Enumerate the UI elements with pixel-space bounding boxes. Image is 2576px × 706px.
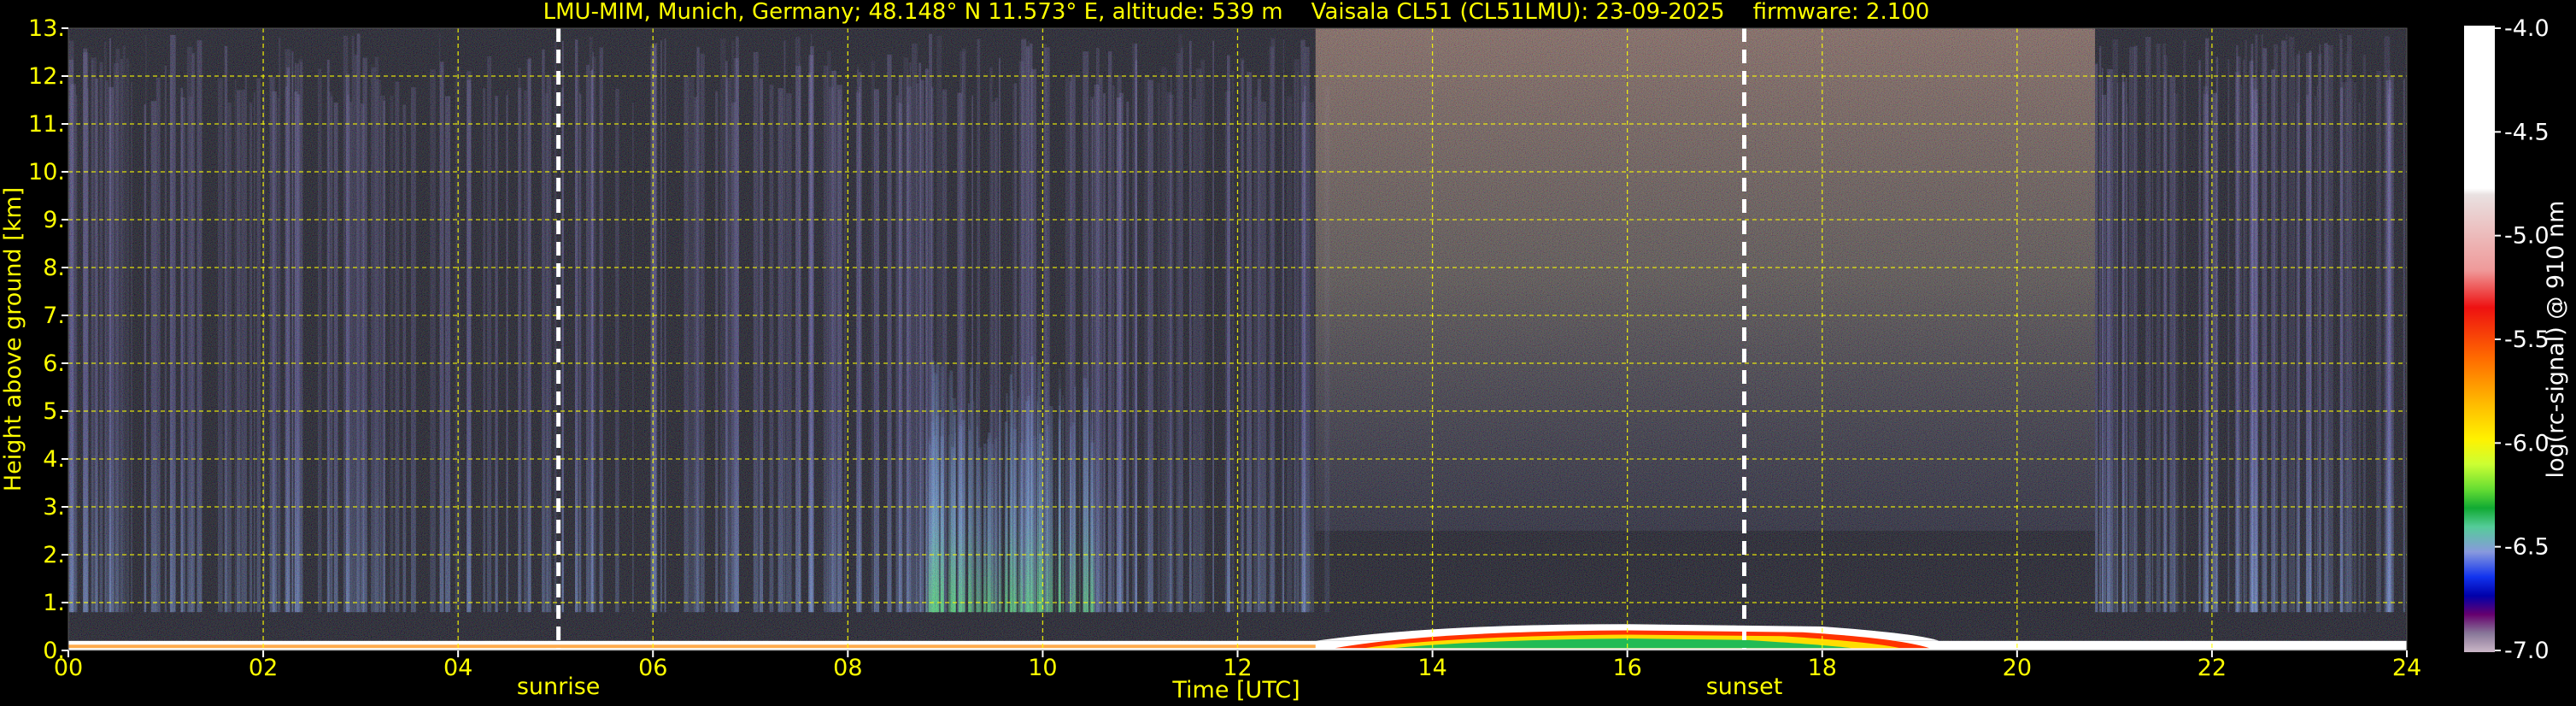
x-tick-label: 06: [638, 655, 667, 681]
chart-title: LMU-MIM, Munich, Germany; 48.148° N 11.5…: [543, 0, 1930, 25]
colorbar-scale: [2464, 26, 2495, 652]
y-tick-label: 3.: [43, 494, 65, 521]
y-axis-label: Height above ground [km]: [0, 187, 26, 491]
colorbar-tick-label: -6.5: [2504, 534, 2550, 561]
x-tick-label: 10: [1028, 655, 1057, 681]
y-tick-label: 13.: [28, 15, 65, 42]
x-tick-label: 08: [833, 655, 862, 681]
x-tick-label: 14: [1417, 655, 1446, 681]
x-tick-label: 22: [2198, 655, 2227, 681]
y-tick-label: 1.: [43, 590, 65, 616]
y-tick-label: 7.: [43, 303, 65, 329]
y-tick-label: 12.: [28, 63, 65, 90]
y-tick-label: 10.: [28, 159, 65, 185]
y-tick-label: 0.: [43, 638, 65, 664]
x-tick-label: 20: [2003, 655, 2032, 681]
y-tick-label: 11.: [28, 111, 65, 138]
sunset-label: sunset: [1706, 674, 1783, 700]
x-tick-label: 18: [1808, 655, 1837, 681]
colorbar-tick-label: -4.5: [2504, 119, 2550, 145]
colorbar-tick-label: -4.0: [2504, 15, 2550, 42]
sunrise-label: sunrise: [517, 674, 601, 700]
y-tick-label: 4.: [43, 446, 65, 473]
x-axis-label: Time [UTC]: [1171, 677, 1300, 703]
y-tick-label: 2.: [43, 542, 65, 568]
x-tick-label: 04: [443, 655, 472, 681]
y-tick-label: 8.: [43, 255, 65, 281]
x-tick-label: 16: [1612, 655, 1641, 681]
x-tick-label: 02: [249, 655, 278, 681]
colorbar-tick-label: -7.0: [2504, 638, 2550, 664]
x-tick-label: 24: [2392, 655, 2421, 681]
y-tick-label: 9.: [43, 207, 65, 233]
colorbar-label: log(rc-signal) @ 910 nm: [2543, 201, 2569, 479]
ceilometer-chart: sunrise sunset 00 02 04 06 08 10 12 14 16 18 20 22 24…: [0, 0, 2576, 706]
y-tick-label: 5.: [43, 398, 65, 425]
y-tick-label: 6.: [43, 350, 65, 377]
